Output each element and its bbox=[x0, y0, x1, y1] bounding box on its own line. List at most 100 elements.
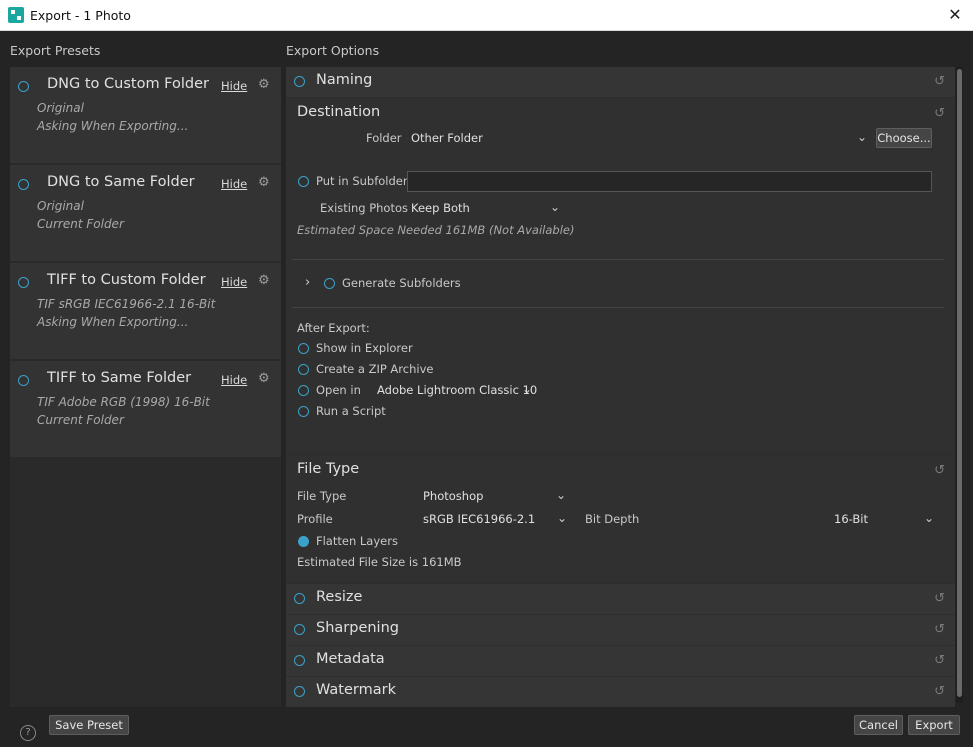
open-in-label: Open in bbox=[316, 383, 361, 397]
gear-icon[interactable]: ⚙ bbox=[258, 273, 270, 288]
watermark-section[interactable]: Watermark ↺ bbox=[286, 677, 955, 707]
preset-location: Current Folder bbox=[37, 217, 124, 231]
chevron-down-icon[interactable]: ⌄ bbox=[924, 511, 934, 525]
export-presets-heading: Export Presets bbox=[10, 43, 101, 58]
preset-name: TIFF to Custom Folder bbox=[47, 272, 206, 288]
file-type-select[interactable]: Photoshop bbox=[423, 489, 483, 503]
flatten-layers-radio[interactable] bbox=[298, 536, 309, 547]
reset-icon[interactable]: ↺ bbox=[934, 463, 945, 478]
flatten-layers-label: Flatten Layers bbox=[316, 534, 398, 548]
subfolder-input[interactable] bbox=[407, 171, 932, 192]
create-zip-label: Create a ZIP Archive bbox=[316, 362, 434, 376]
presets-panel: DNG to Custom Folder Hide ⚙ Original Ask… bbox=[10, 67, 281, 707]
create-zip-radio[interactable] bbox=[298, 364, 309, 375]
options-panel: Naming ↺ Destination ↺ Folder Other Fold… bbox=[286, 67, 955, 707]
watermark-radio[interactable] bbox=[294, 686, 305, 697]
sharpening-section[interactable]: Sharpening ↺ bbox=[286, 615, 955, 645]
preset-format: TIF Adobe RGB (1998) 16-Bit bbox=[37, 395, 210, 409]
chevron-down-icon[interactable]: ⌄ bbox=[550, 200, 560, 214]
profile-label: Profile bbox=[297, 512, 333, 526]
hide-link[interactable]: Hide bbox=[221, 373, 247, 387]
reset-icon[interactable]: ↺ bbox=[934, 106, 945, 121]
close-icon[interactable]: ✕ bbox=[945, 5, 965, 25]
chevron-down-icon[interactable]: ⌄ bbox=[557, 511, 567, 525]
choose-button[interactable]: Choose... bbox=[876, 128, 932, 148]
hide-link[interactable]: Hide bbox=[221, 79, 247, 93]
scrollbar-thumb[interactable] bbox=[957, 69, 962, 697]
title-bar: Export - 1 Photo ✕ bbox=[0, 0, 973, 31]
open-in-select[interactable]: Adobe Lightroom Classic 10 bbox=[377, 383, 537, 397]
resize-title: Resize bbox=[316, 589, 363, 605]
preset-name: DNG to Custom Folder bbox=[47, 76, 209, 92]
help-icon[interactable]: ? bbox=[20, 725, 36, 741]
preset-location: Current Folder bbox=[37, 413, 124, 427]
space-needed-note: Estimated Space Needed 161MB (Not Availa… bbox=[297, 223, 575, 237]
window-title: Export - 1 Photo bbox=[30, 8, 131, 23]
resize-section[interactable]: Resize ↺ bbox=[286, 584, 955, 614]
preset-item[interactable]: DNG to Same Folder Hide ⚙ Original Curre… bbox=[10, 165, 281, 261]
preset-location: Asking When Exporting... bbox=[37, 119, 189, 133]
file-type-section: File Type ↺ File Type Photoshop ⌄ Profil… bbox=[286, 455, 955, 582]
chevron-down-icon[interactable]: ⌄ bbox=[556, 488, 566, 502]
preset-format: Original bbox=[37, 101, 84, 115]
destination-title: Destination bbox=[297, 104, 381, 120]
reset-icon[interactable]: ↺ bbox=[934, 684, 945, 699]
chevron-down-icon[interactable]: ⌄ bbox=[522, 382, 532, 396]
sharpening-title: Sharpening bbox=[316, 620, 399, 636]
metadata-radio[interactable] bbox=[294, 655, 305, 666]
watermark-title: Watermark bbox=[316, 682, 396, 698]
cancel-button[interactable]: Cancel bbox=[854, 715, 903, 735]
hide-link[interactable]: Hide bbox=[221, 177, 247, 191]
naming-section[interactable]: Naming ↺ bbox=[286, 67, 955, 97]
export-button[interactable]: Export bbox=[908, 715, 960, 735]
save-preset-button[interactable]: Save Preset bbox=[49, 715, 129, 735]
open-in-radio[interactable] bbox=[298, 385, 309, 396]
resize-radio[interactable] bbox=[294, 593, 305, 604]
chevron-right-icon[interactable]: › bbox=[305, 275, 310, 290]
existing-photos-label: Existing Photos bbox=[320, 201, 409, 215]
options-scrollbar[interactable] bbox=[956, 67, 963, 703]
run-script-label: Run a Script bbox=[316, 404, 386, 418]
show-in-explorer-radio[interactable] bbox=[298, 343, 309, 354]
reset-icon[interactable]: ↺ bbox=[934, 74, 945, 89]
preset-radio[interactable] bbox=[18, 81, 29, 92]
bit-depth-select[interactable]: 16-Bit bbox=[834, 512, 868, 526]
preset-location: Asking When Exporting... bbox=[37, 315, 189, 329]
generate-subfolders-radio[interactable] bbox=[324, 278, 335, 289]
export-options-heading: Export Options bbox=[286, 43, 380, 58]
preset-radio[interactable] bbox=[18, 375, 29, 386]
reset-icon[interactable]: ↺ bbox=[934, 622, 945, 637]
show-in-explorer-label: Show in Explorer bbox=[316, 341, 413, 355]
existing-photos-select[interactable]: Keep Both bbox=[411, 201, 470, 215]
gear-icon[interactable]: ⚙ bbox=[258, 175, 270, 190]
reset-icon[interactable]: ↺ bbox=[934, 591, 945, 606]
subfolder-radio[interactable] bbox=[298, 176, 309, 187]
naming-radio[interactable] bbox=[294, 76, 305, 87]
preset-format: TIF sRGB IEC61966-2.1 16-Bit bbox=[37, 297, 216, 311]
sharpening-radio[interactable] bbox=[294, 624, 305, 635]
preset-item[interactable]: TIFF to Custom Folder Hide ⚙ TIF sRGB IE… bbox=[10, 263, 281, 359]
subfolder-label: Put in Subfolder bbox=[316, 174, 408, 188]
folder-label: Folder bbox=[366, 131, 402, 145]
preset-item[interactable]: DNG to Custom Folder Hide ⚙ Original Ask… bbox=[10, 67, 281, 163]
gear-icon[interactable]: ⚙ bbox=[258, 77, 270, 92]
metadata-title: Metadata bbox=[316, 651, 385, 667]
metadata-section[interactable]: Metadata ↺ bbox=[286, 646, 955, 676]
naming-title: Naming bbox=[316, 72, 373, 88]
preset-radio[interactable] bbox=[18, 179, 29, 190]
file-size-note: Estimated File Size is 161MB bbox=[297, 555, 462, 569]
divider bbox=[292, 307, 944, 308]
reset-icon[interactable]: ↺ bbox=[934, 653, 945, 668]
after-export-label: After Export: bbox=[297, 321, 370, 335]
preset-format: Original bbox=[37, 199, 84, 213]
preset-name: DNG to Same Folder bbox=[47, 174, 195, 190]
folder-select[interactable]: Other Folder bbox=[411, 131, 483, 145]
preset-item[interactable]: TIFF to Same Folder Hide ⚙ TIF Adobe RGB… bbox=[10, 361, 281, 457]
gear-icon[interactable]: ⚙ bbox=[258, 371, 270, 386]
profile-select[interactable]: sRGB IEC61966-2.1 bbox=[423, 512, 535, 526]
run-script-radio[interactable] bbox=[298, 406, 309, 417]
app-icon bbox=[8, 7, 24, 23]
hide-link[interactable]: Hide bbox=[221, 275, 247, 289]
chevron-down-icon[interactable]: ⌄ bbox=[857, 130, 867, 144]
preset-radio[interactable] bbox=[18, 277, 29, 288]
